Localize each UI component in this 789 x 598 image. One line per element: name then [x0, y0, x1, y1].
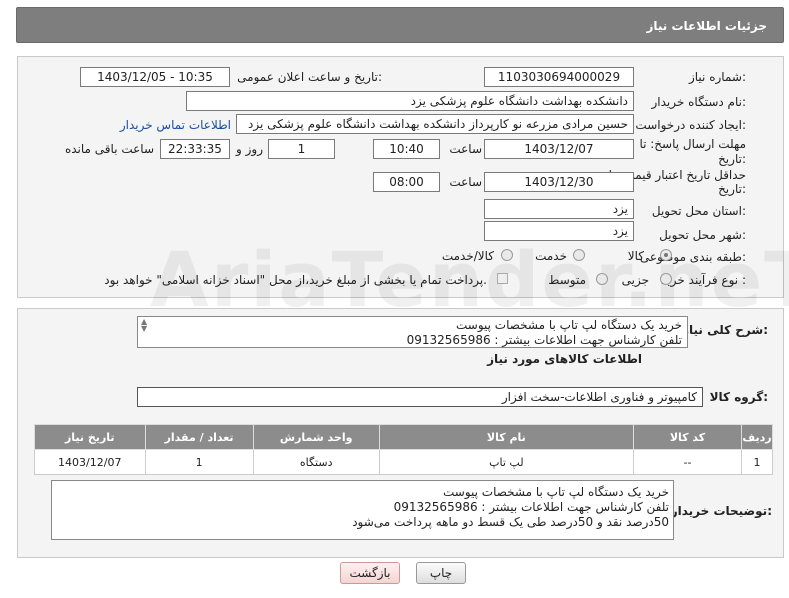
treasury-payment-checkbox[interactable]: [497, 273, 508, 284]
page-header: جزئیات اطلاعات نیاز: [16, 7, 784, 43]
table-row[interactable]: 1 -- لپ تاپ دستگاه 1 1403/12/07: [34, 449, 773, 475]
goods-table: ردیف کد کالا نام کالا واحد شمارش تعداد /…: [34, 424, 773, 475]
treasury-payment-note: پرداخت تمام یا بخشی از مبلغ خرید،از محل …: [104, 273, 487, 287]
days-label: روز و: [236, 142, 263, 156]
requester-field: حسین مرادی مزرعه نو کارپرداز دانشکده بهد…: [236, 114, 634, 134]
deadline-time-label: ساعت: [449, 142, 482, 156]
province-field: یزد: [484, 199, 634, 219]
announce-field: 1403/12/05 - 10:35: [80, 67, 230, 87]
page-title: جزئیات اطلاعات نیاز: [646, 19, 767, 33]
category-label: طبقه بندی موضوعی:: [639, 250, 746, 264]
summary-label: شرح کلی نیاز:: [682, 323, 768, 337]
buyer-org-label: نام دستگاه خریدار:: [651, 95, 747, 109]
need-number-label: شماره نیاز:: [688, 70, 746, 84]
buyer-contact-link[interactable]: اطلاعات تماس خریدار: [120, 118, 231, 132]
buyer-notes-line: 50درصد نقد و 50درصد طی یک قسط دو ماهه پر…: [352, 515, 669, 529]
purchase-option-medium: متوسط: [548, 273, 586, 287]
col-header-qty: تعداد / مقدار: [144, 424, 254, 450]
cell-unit: دستگاه: [252, 449, 380, 475]
province-label: استان محل تحویل:: [651, 204, 746, 218]
cell-qty: 1: [144, 449, 254, 475]
requester-label: ایجاد کننده درخواست:: [635, 118, 746, 132]
purchase-type-label: نوع فرآیند خرید :: [661, 273, 746, 287]
buyer-org-field: دانشکده بهداشت دانشگاه علوم پزشکی یزد: [186, 91, 634, 111]
category-option-service: خدمت: [535, 249, 567, 263]
scroll-arrows-icon[interactable]: ▲ ▼: [141, 318, 147, 333]
city-label: شهر محل تحویل:: [659, 228, 746, 242]
deadline-label-2: تاریخ:: [718, 152, 746, 166]
city-field: یزد: [484, 221, 634, 241]
col-header-date: تاریخ نیاز: [34, 424, 146, 450]
need-number-field: 1103030694000029: [484, 67, 634, 87]
deadline-time-field: 10:40: [373, 139, 440, 159]
purchase-radio-medium[interactable]: [596, 273, 608, 285]
remaining-time-label: ساعت باقی مانده: [64, 142, 154, 156]
goods-group-field: کامپیوتر و فناوری اطلاعات-سخت افزار: [137, 387, 703, 407]
col-header-name: نام کالا: [378, 424, 635, 450]
cell-code: --: [633, 449, 743, 475]
category-radio-goods[interactable]: [660, 249, 672, 261]
buyer-notes-textarea[interactable]: خرید یک دستگاه لپ تاپ با مشخصات پیوست تل…: [51, 480, 674, 540]
validity-label-2: تاریخ:: [718, 182, 746, 196]
validity-time-label: ساعت: [449, 175, 482, 189]
purchase-radio-minor[interactable]: [660, 273, 672, 285]
validity-date-field: 1403/12/30: [484, 172, 634, 192]
col-header-unit: واحد شمارش: [252, 424, 380, 450]
print-button[interactable]: چاپ: [416, 562, 466, 584]
goods-group-label: گروه کالا:: [709, 390, 768, 404]
cell-name: لپ تاپ: [378, 449, 635, 475]
cell-date: 1403/12/07: [34, 449, 146, 475]
summary-line: خرید یک دستگاه لپ تاپ با مشخصات پیوست: [455, 318, 682, 332]
category-option-goods-service: کالا/خدمت: [441, 249, 494, 263]
buyer-notes-line: تلفن کارشناس جهت اطلاعات بیشتر : 0913256…: [393, 500, 669, 514]
category-option-goods: کالا: [627, 249, 644, 263]
category-radio-service[interactable]: [573, 249, 585, 261]
table-header-row: ردیف کد کالا نام کالا واحد شمارش تعداد /…: [34, 424, 773, 450]
category-radio-goods-service[interactable]: [501, 249, 513, 261]
days-remaining-field: 1: [268, 139, 335, 159]
buyer-notes-label: توضیحات خریدار:: [670, 504, 772, 518]
purchase-option-minor: جزیی: [621, 273, 649, 287]
remaining-time-field: 22:33:35: [160, 139, 230, 159]
cell-row-num: 1: [741, 449, 773, 475]
back-button[interactable]: بازگشت: [340, 562, 400, 584]
col-header-row-num: ردیف: [741, 424, 773, 450]
validity-time-field: 08:00: [373, 172, 440, 192]
buyer-notes-line: خرید یک دستگاه لپ تاپ با مشخصات پیوست: [442, 485, 669, 499]
col-header-code: کد کالا: [633, 424, 743, 450]
announce-label: تاریخ و ساعت اعلان عمومی:: [237, 70, 382, 84]
summary-textarea[interactable]: خرید یک دستگاه لپ تاپ با مشخصات پیوست تل…: [137, 316, 688, 348]
deadline-date-field: 1403/12/07: [484, 139, 634, 159]
summary-line: تلفن کارشناس جهت اطلاعات بیشتر : 0913256…: [406, 333, 682, 347]
goods-title: اطلاعات کالاهای مورد نیاز: [487, 352, 642, 366]
deadline-label: مهلت ارسال پاسخ: تا: [639, 137, 746, 151]
